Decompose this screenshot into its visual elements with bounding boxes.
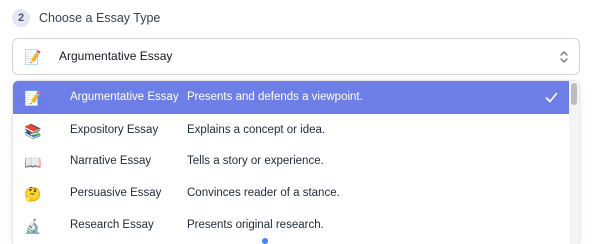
- dropdown-scrollbar[interactable]: [569, 81, 579, 244]
- option-description: Explains a concept or idea.: [187, 124, 326, 136]
- selected-value: Argumentative Essay: [59, 49, 173, 63]
- option-description: Tells a story or experience.: [187, 155, 324, 167]
- step-title: Choose a Essay Type: [39, 11, 161, 25]
- option-argumentative-essay[interactable]: 📝 Argumentative Essay Presents and defen…: [13, 81, 571, 114]
- essay-type-select[interactable]: 📝 Argumentative Essay: [12, 38, 580, 75]
- option-description: Presents and defends a viewpoint.: [187, 91, 363, 103]
- option-name: Persuasive Essay: [70, 187, 162, 199]
- checkmark-icon: [545, 92, 558, 103]
- option-description: Convinces reader of a stance.: [187, 187, 340, 199]
- microscope-icon: 🔬: [24, 218, 42, 234]
- open-book-icon: 📖: [24, 154, 42, 170]
- option-name: Argumentative Essay: [70, 91, 179, 103]
- memo-icon: 📝: [24, 49, 42, 65]
- memo-icon: 📝: [24, 90, 42, 106]
- thinking-face-icon: 🤔: [24, 186, 42, 202]
- option-name: Research Essay: [70, 219, 154, 231]
- option-persuasive-essay[interactable]: 🤔 Persuasive Essay Convinces reader of a…: [13, 177, 571, 210]
- essay-type-step: 2 Choose a Essay Type 📝 Argumentative Es…: [0, 0, 600, 244]
- option-name: Narrative Essay: [70, 155, 152, 167]
- step-header: 2 Choose a Essay Type: [12, 8, 160, 28]
- books-icon: 📚: [24, 123, 42, 139]
- chevron-up-down-icon: [560, 51, 568, 63]
- essay-type-dropdown: 📝 Argumentative Essay Presents and defen…: [12, 80, 580, 244]
- step-number-badge: 2: [12, 9, 30, 27]
- underlying-element-peek: [262, 238, 268, 244]
- option-name: Expository Essay: [70, 124, 159, 136]
- option-description: Presents original research.: [187, 219, 324, 231]
- scrollbar-thumb[interactable]: [571, 83, 577, 105]
- option-narrative-essay[interactable]: 📖 Narrative Essay Tells a story or exper…: [13, 145, 571, 178]
- option-research-essay[interactable]: 🔬 Research Essay Presents original resea…: [13, 209, 571, 242]
- option-expository-essay[interactable]: 📚 Expository Essay Explains a concept or…: [13, 114, 571, 147]
